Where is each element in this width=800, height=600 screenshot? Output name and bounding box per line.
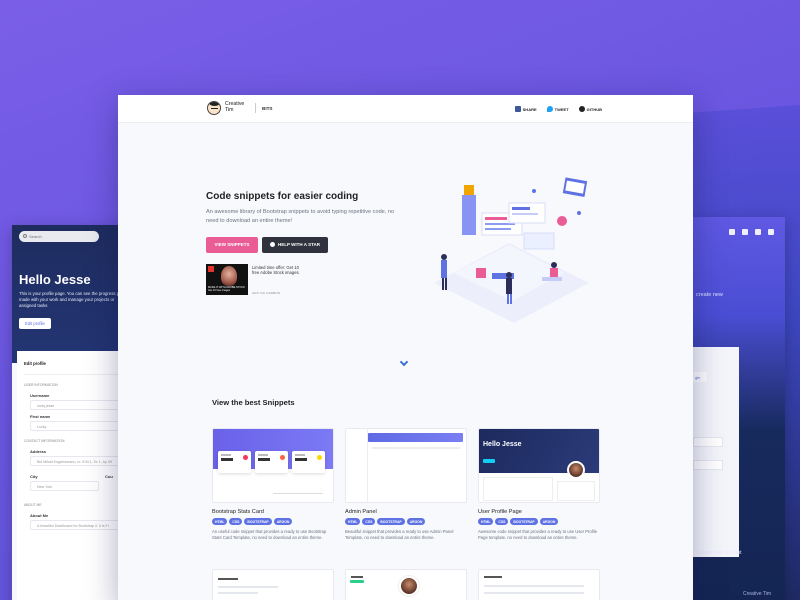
snippet-title[interactable]: Bootstrap Stats Card — [212, 509, 334, 515]
city-field[interactable]: New York — [30, 481, 99, 491]
tweet-link[interactable]: TWEET — [546, 106, 569, 112]
github-link[interactable]: GITHUB — [578, 106, 602, 112]
instagram-icon[interactable] — [742, 229, 748, 235]
tag-badge: CSS — [229, 518, 243, 525]
firstname-label: First name — [30, 414, 51, 419]
snippet-thumbnail-row2[interactable] — [345, 569, 467, 600]
carbon-ad-attribution[interactable]: ADS VIA CARBON — [252, 291, 280, 295]
username-field[interactable]: lucky.jesse — [30, 400, 125, 410]
tag-badge: HTML — [345, 518, 361, 525]
tag-badge: CSS — [362, 518, 376, 525]
city-label: City — [30, 474, 38, 479]
tag-badge: ARGON — [539, 518, 559, 525]
profile-description: This is your profile page. You can see t… — [19, 291, 129, 308]
tag-badge: CSS — [495, 518, 509, 525]
section-contact-info: Contact information — [24, 439, 65, 443]
snippet-tags: HTML CSS BOOTSTRAP ARGON — [345, 518, 467, 525]
share-link[interactable]: SHARE — [514, 106, 537, 112]
snippet-thumbnail-row2[interactable] — [212, 569, 334, 600]
snippet-tags: HTML CSS BOOTSTRAP ARGON — [212, 518, 334, 525]
edit-profile-panel: Edit profile User information Username l… — [17, 351, 132, 600]
country-label: Cou — [105, 474, 113, 479]
tag-badge: HTML — [212, 518, 228, 525]
address-field[interactable]: Bld Mihail Kogalniceanu, nr. 8 Bl 1, Sc … — [30, 456, 125, 466]
social-links: SHARE TWEET GITHUB — [514, 106, 602, 112]
tag-badge: ARGON — [406, 518, 426, 525]
snippet-title[interactable]: User Profile Page — [478, 509, 600, 515]
brand-logo[interactable]: Creative Tim BITS — [207, 101, 272, 115]
brand-divider — [255, 103, 256, 113]
firstname-field[interactable]: Lucky — [30, 421, 125, 431]
github-icon — [578, 106, 585, 112]
carbon-ad-image[interactable]: MAKE IT WITH ADOBE STOCK Get 10 free ima… — [206, 264, 248, 295]
github-label: GITHUB — [586, 106, 602, 112]
isometric-illustration — [434, 177, 589, 323]
facebook-icon — [514, 106, 521, 112]
scroll-down-chevron-icon[interactable] — [399, 357, 409, 367]
create-account-link[interactable]: Create new account — [697, 550, 741, 556]
about-label: About Me — [30, 513, 49, 518]
search-icon — [23, 234, 27, 238]
snippet-title[interactable]: Admin Panel — [345, 509, 467, 515]
tag-badge: BOOTSTRAP — [510, 518, 538, 525]
brand-section: BITS — [262, 105, 273, 111]
social-icons — [729, 229, 774, 235]
snippet-card-stats[interactable]: Bootstrap Stats Card HTML CSS BOOTSTRAP … — [212, 428, 334, 541]
twitter-icon — [546, 106, 553, 112]
profile-title: Hello Jesse — [19, 272, 91, 287]
about-field[interactable]: A beautiful Dashboard for Bootstrap 4. I… — [30, 520, 125, 530]
creative-tim-avatar-icon — [207, 101, 221, 115]
ad-portrait — [221, 266, 237, 286]
footer-brand: Creative Tim — [743, 591, 772, 597]
github-icon — [270, 242, 275, 247]
snippet-tags: HTML CSS BOOTSTRAP ARGON — [478, 518, 600, 525]
email-field[interactable] — [693, 437, 723, 447]
twitter-icon[interactable] — [755, 229, 761, 235]
snippet-card-profile[interactable]: Hello Jesse User Profile Page HTML CSS B… — [478, 428, 600, 541]
right-card-text: create new — [696, 292, 723, 298]
main-browser-card: Creative Tim BITS SHARE TWEET GITHUB Cod… — [118, 95, 693, 600]
tag-badge: ARGON — [273, 518, 293, 525]
snippet-description: An useful code snippet that provides a r… — [212, 529, 327, 540]
login-panel: gle — [693, 347, 739, 557]
snippet-description: Awesome code snippet that provides a rea… — [478, 529, 598, 540]
tag-badge: BOOTSTRAP — [377, 518, 405, 525]
snippet-card-admin[interactable]: Admin Panel HTML CSS BOOTSTRAP ARGON Bea… — [345, 428, 467, 541]
panel-title: Edit profile — [24, 357, 125, 375]
thumb-hero-text: Hello Jesse — [483, 441, 522, 448]
login-preview-card: create new gle Create new account Creati… — [693, 217, 785, 600]
hero-title: Code snippets for easier coding — [206, 191, 359, 202]
adobe-logo-icon — [208, 266, 214, 272]
snippet-thumbnail[interactable] — [345, 428, 467, 503]
top-navbar: Creative Tim BITS SHARE TWEET GITHUB — [118, 95, 693, 123]
snippet-description: Beautiful snippet that provides a ready … — [345, 529, 454, 540]
snippet-thumbnail-row2[interactable] — [478, 569, 600, 600]
section-about: About me — [24, 503, 42, 507]
edit-profile-button[interactable]: Edit profile — [19, 318, 51, 329]
search-placeholder: Search — [29, 234, 42, 239]
snippets-section-title: View the best Snippets — [212, 398, 295, 407]
section-user-info: User information — [24, 383, 58, 387]
tweet-label: TWEET — [554, 106, 569, 112]
help-with-star-button[interactable]: HELP WITH A STAR — [262, 237, 328, 253]
carbon-ad-text[interactable]: Limited time offer: Get 10 free Adobe St… — [252, 265, 304, 276]
username-label: Username — [30, 393, 50, 398]
view-snippets-button[interactable]: VIEW SNIPPETS — [206, 237, 258, 253]
share-label: SHARE — [522, 106, 537, 112]
brand-name: Creative Tim — [225, 101, 245, 113]
tag-badge: HTML — [478, 518, 494, 525]
help-star-label: HELP WITH A STAR — [278, 242, 320, 247]
address-label: Address — [30, 449, 47, 454]
facebook-icon[interactable] — [729, 229, 735, 235]
snippet-thumbnail[interactable]: Hello Jesse — [478, 428, 600, 503]
password-field[interactable] — [693, 460, 723, 470]
ad-caption: MAKE IT WITH ADOBE STOCK Get 10 free ima… — [208, 286, 245, 292]
tag-badge: BOOTSTRAP — [244, 518, 272, 525]
hero-description: An awesome library of Bootstrap snippets… — [206, 209, 395, 224]
search-input[interactable]: Search — [19, 231, 99, 242]
github-icon[interactable] — [768, 229, 774, 235]
google-button[interactable]: gle — [693, 372, 707, 382]
snippet-thumbnail[interactable] — [212, 428, 334, 503]
